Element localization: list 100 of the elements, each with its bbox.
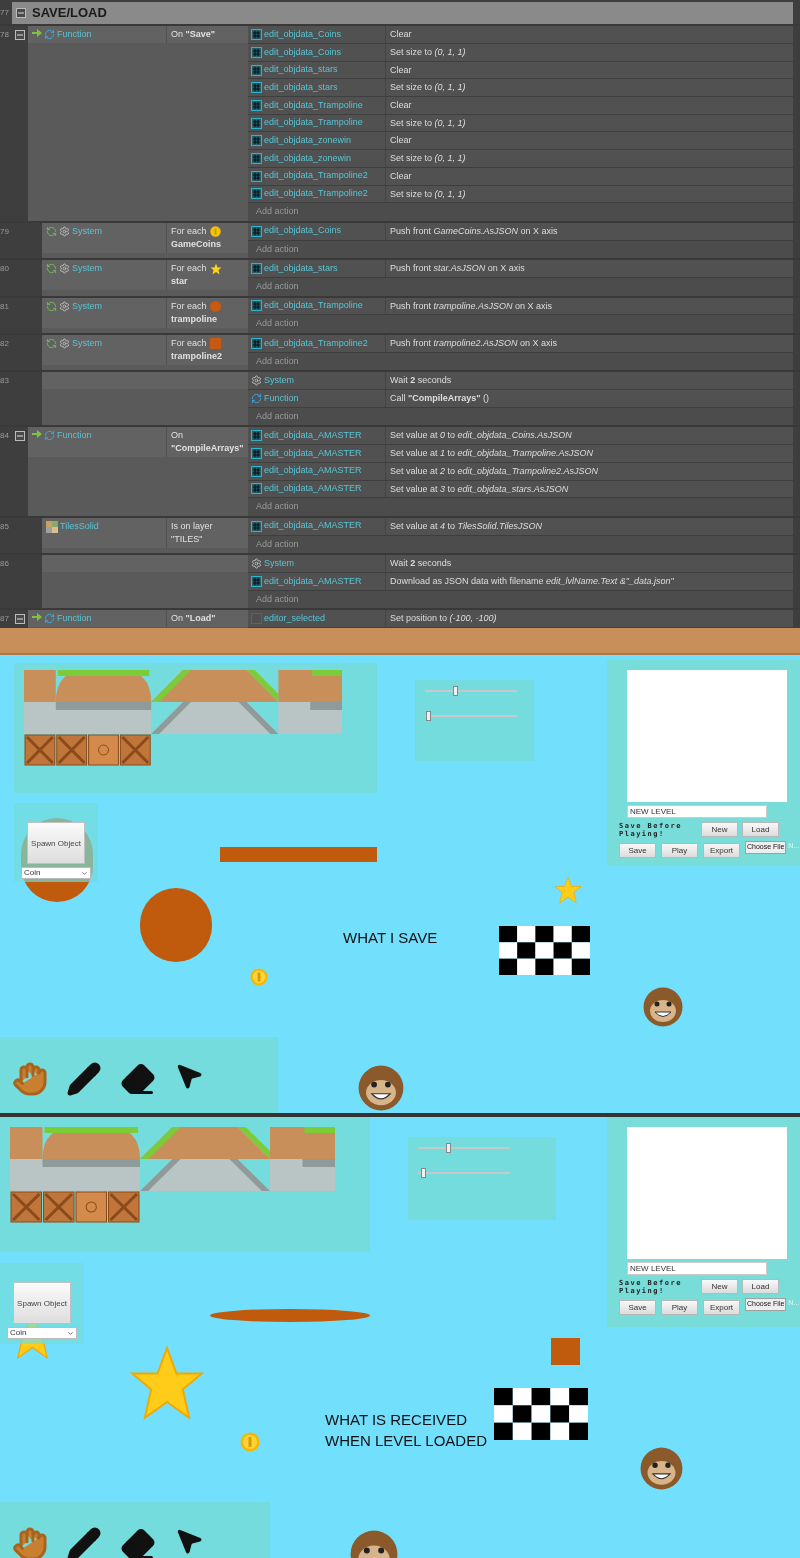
object-select[interactable]: Coin bbox=[21, 867, 91, 879]
gear-icon bbox=[59, 263, 70, 275]
condition-row[interactable]: System For each star bbox=[42, 260, 248, 291]
gear-icon bbox=[59, 338, 70, 349]
grid-icon bbox=[251, 520, 262, 532]
action-row[interactable]: edit_objdata_stars Set size to (0, 1, 1) bbox=[248, 79, 793, 98]
slider-thumb[interactable] bbox=[453, 686, 459, 696]
panel-button[interactable]: Play bbox=[661, 1300, 698, 1315]
grid-icon bbox=[251, 337, 262, 349]
select-value: Coin bbox=[10, 1327, 27, 1339]
panel-button[interactable]: Save bbox=[619, 843, 656, 858]
action-object: edit_objdata_Trampoline2 bbox=[264, 169, 368, 183]
hand-icon[interactable] bbox=[12, 1526, 48, 1558]
pencil-icon[interactable] bbox=[66, 1061, 102, 1097]
action-row[interactable]: edit_objdata_stars Push front star.AsJSON on X axis bbox=[248, 260, 793, 278]
action-row[interactable]: edit_objdata_Trampoline2 Push front trampoline2.AsJSON on X axis bbox=[248, 335, 793, 353]
line-number: 78 bbox=[0, 29, 10, 42]
condition-row[interactable]: System For each GameCoins bbox=[42, 222, 248, 253]
action-object: edit_objdata_zonewin bbox=[264, 151, 352, 165]
grid-icon bbox=[251, 447, 262, 459]
condition-row[interactable]: System For each trampoline2 bbox=[42, 335, 248, 365]
line-number: 87 bbox=[0, 613, 10, 626]
grid-icon bbox=[251, 152, 262, 164]
condition-text: On "Load" bbox=[171, 612, 216, 626]
level-name-field[interactable]: NEW LEVEL bbox=[627, 1262, 767, 1275]
panel-button[interactable]: Export bbox=[703, 843, 740, 858]
grid-icon bbox=[251, 64, 262, 76]
collapse-icon[interactable] bbox=[16, 8, 26, 19]
grid-icon bbox=[251, 188, 262, 200]
panel-button[interactable]: Play bbox=[661, 843, 698, 858]
condition-object: Function bbox=[57, 430, 92, 442]
action-row[interactable]: edit_objdata_zonewin Set size to (0, 1, 1) bbox=[248, 150, 793, 168]
group-header[interactable]: SAVE/LOAD bbox=[12, 2, 793, 25]
action-text: Clear bbox=[389, 99, 412, 113]
slider-thumb[interactable] bbox=[446, 1143, 452, 1153]
panel-button[interactable]: New bbox=[701, 822, 738, 837]
action-row[interactable]: edit_objdata_Coins Push front GameCoins.AsJSON on X axis bbox=[248, 222, 793, 241]
hand-icon[interactable] bbox=[12, 1061, 48, 1097]
action-object: edit_objdata_zonewin bbox=[264, 134, 352, 148]
action-row[interactable]: editor_selected Set position to (-100, -100) bbox=[248, 610, 793, 628]
tiles-icon bbox=[46, 520, 58, 533]
gear-icon bbox=[59, 225, 70, 237]
condition-row[interactable]: Function On "Load" bbox=[28, 610, 248, 628]
pencil-icon[interactable] bbox=[66, 1526, 102, 1558]
action-row[interactable]: System Wait 2 seconds bbox=[248, 555, 793, 573]
arrow-right-icon bbox=[32, 613, 42, 622]
action-row[interactable]: edit_objdata_AMASTER Set value at 4 to TilesSolid.TilesJSON bbox=[248, 517, 793, 536]
condition-object: TilesSolid bbox=[60, 520, 99, 532]
arrow-right-icon bbox=[32, 29, 42, 38]
action-row[interactable]: edit_objdata_Coins Clear bbox=[248, 26, 793, 44]
object-select[interactable]: Coin bbox=[7, 1327, 77, 1339]
spawn-object-button[interactable]: Spawn Object bbox=[27, 822, 85, 864]
square-outline-icon bbox=[251, 613, 262, 625]
panel-button[interactable]: Load bbox=[742, 822, 779, 837]
action-row[interactable]: edit_objdata_AMASTER Set value at 1 to edit_objdata_Trampoline.AsJSON bbox=[248, 445, 793, 463]
condition-row[interactable]: TilesSolid Is on layer "TILES" bbox=[42, 517, 248, 548]
spawn-object-button[interactable]: Spawn Object bbox=[13, 1282, 71, 1324]
action-row[interactable]: edit_objdata_Trampoline Push front trampoline.AsJSON on X axis bbox=[248, 297, 793, 316]
action-row[interactable]: System Wait 2 seconds bbox=[248, 372, 793, 391]
level-name-field[interactable]: NEW LEVEL bbox=[627, 805, 767, 818]
collapse-icon[interactable] bbox=[15, 614, 25, 625]
action-row[interactable]: Function Call "CompileArrays" () bbox=[248, 390, 793, 408]
condition-row[interactable]: Function On "Save" bbox=[28, 26, 248, 44]
action-text: Set size to (0, 1, 1) bbox=[389, 46, 466, 59]
line-number: 81 bbox=[0, 300, 10, 313]
condition-row[interactable]: Function On "CompileArrays" bbox=[28, 427, 248, 458]
action-row[interactable]: edit_objdata_Trampoline Clear bbox=[248, 97, 793, 115]
eraser-icon[interactable] bbox=[120, 1061, 156, 1097]
condition-text: "CompileArrays" bbox=[171, 442, 244, 456]
square-icon bbox=[209, 338, 221, 349]
action-object: edit_objdata_Coins bbox=[264, 27, 342, 41]
action-text: Clear bbox=[389, 63, 412, 77]
action-text: Clear bbox=[389, 134, 412, 148]
collapse-icon[interactable] bbox=[15, 431, 25, 442]
slider[interactable] bbox=[425, 713, 517, 719]
slider-thumb[interactable] bbox=[420, 1168, 426, 1178]
condition-text: On bbox=[171, 429, 183, 443]
condition-row[interactable]: System For each trampoline bbox=[42, 297, 248, 328]
panel-button[interactable]: Export bbox=[703, 1300, 740, 1315]
grid-icon bbox=[251, 483, 262, 495]
condition-text: GameCoins bbox=[171, 237, 221, 251]
slider[interactable] bbox=[418, 1170, 510, 1176]
cycle-arrows-icon bbox=[44, 613, 55, 625]
line-number: 84 bbox=[0, 430, 10, 443]
action-row[interactable]: edit_objdata_AMASTER Set value at 0 to edit_objdata_Coins.AsJSON bbox=[248, 427, 793, 446]
action-text: Download as JSON data with filename edit_lvlName.Text &"_data.json" bbox=[389, 574, 674, 588]
action-text: Set value at 0 to edit_objdata_Coins.AsJSON bbox=[389, 429, 572, 443]
grid-icon bbox=[251, 170, 262, 182]
line-number: 77 bbox=[0, 7, 10, 20]
slider-thumb[interactable] bbox=[425, 711, 431, 721]
panel-button[interactable]: New bbox=[701, 1279, 738, 1294]
star-sprite bbox=[553, 876, 583, 904]
collapse-icon[interactable] bbox=[15, 30, 25, 41]
gear-icon bbox=[59, 300, 70, 312]
eraser-icon[interactable] bbox=[120, 1526, 156, 1558]
action-row[interactable]: edit_objdata_zonewin Clear bbox=[248, 132, 793, 151]
panel-button[interactable]: Load bbox=[742, 1279, 779, 1294]
grid-icon bbox=[251, 575, 262, 587]
panel-button[interactable]: Save bbox=[619, 1300, 656, 1315]
action-row[interactable]: edit_objdata_Coins Set size to (0, 1, 1) bbox=[248, 44, 793, 62]
